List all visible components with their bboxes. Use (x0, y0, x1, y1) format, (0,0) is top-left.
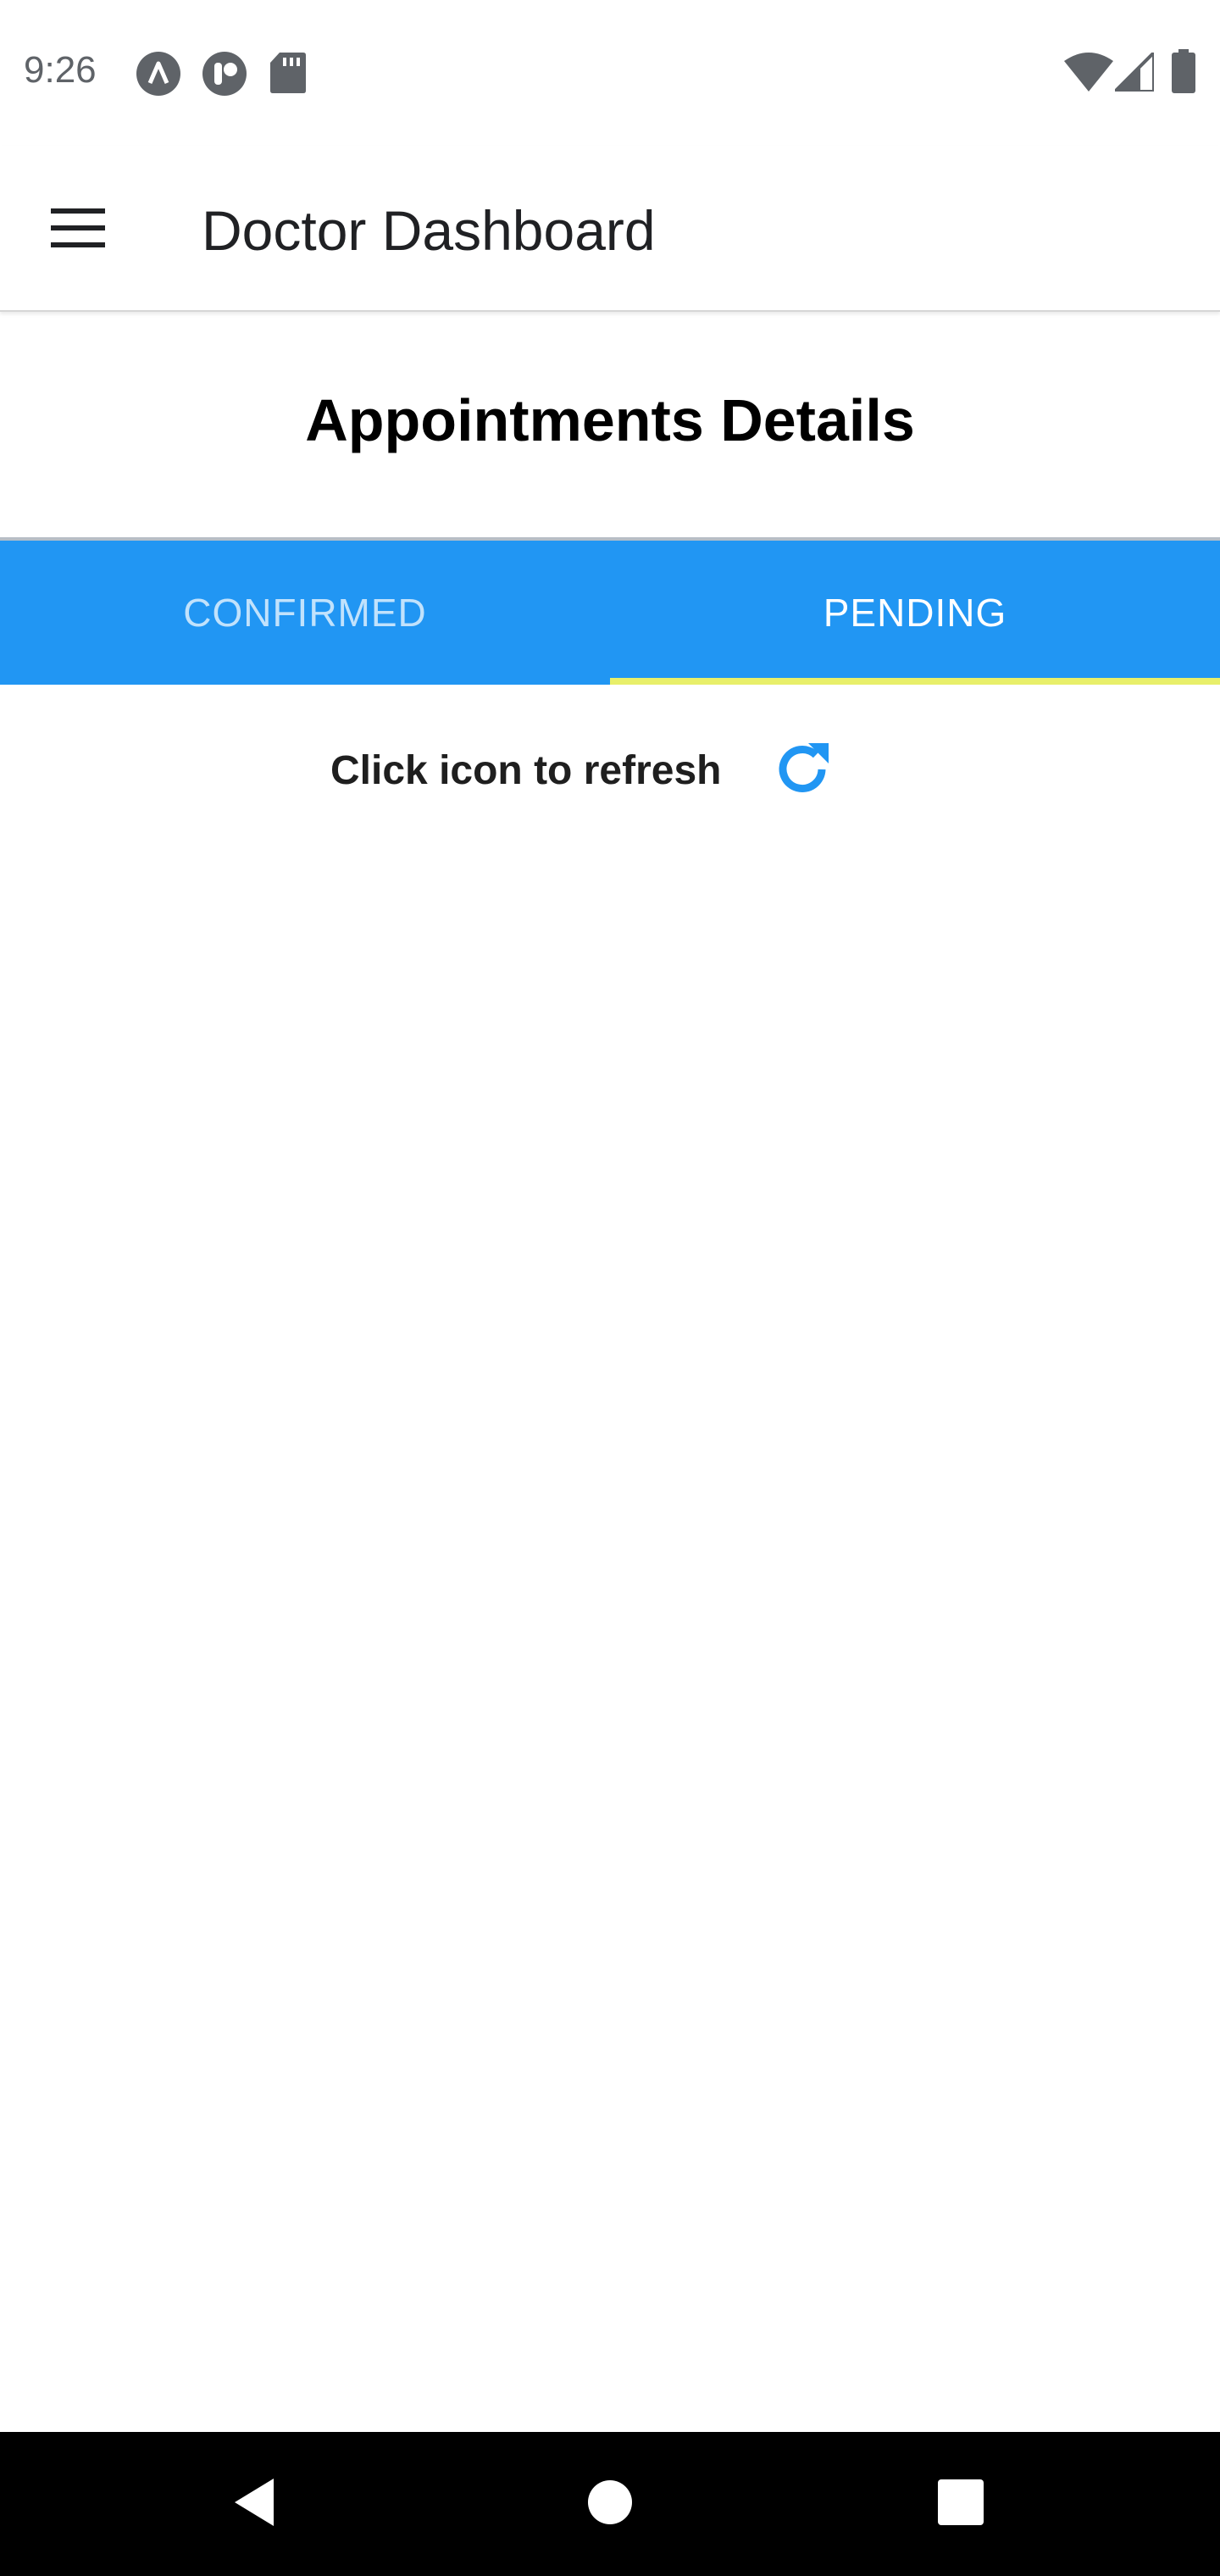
app-badge-icon (136, 51, 181, 97)
tab-label: PENDING (823, 591, 1007, 635)
refresh-hint-text: Click icon to refresh (330, 748, 722, 793)
cell-signal-icon (1111, 48, 1156, 96)
refresh-row: Click icon to refresh (0, 729, 1220, 813)
back-icon (231, 2477, 277, 2532)
tab-indicator (610, 678, 1220, 685)
status-time: 9:26 (24, 49, 97, 91)
app-bar: Doctor Dashboard (0, 146, 1220, 312)
home-button[interactable] (559, 2453, 661, 2555)
page-title: Appointments Details (305, 387, 915, 453)
recents-button[interactable] (910, 2453, 1012, 2555)
app-title: Doctor Dashboard (202, 199, 656, 262)
tab-pending[interactable]: PENDING (610, 541, 1220, 685)
refresh-button[interactable] (764, 733, 840, 809)
system-nav-bar (0, 2432, 1220, 2576)
app-badge-icon (202, 51, 247, 97)
tab-label: CONFIRMED (183, 591, 427, 635)
hamburger-menu-icon (51, 208, 105, 252)
recents-icon (938, 2479, 984, 2529)
battery-icon (1171, 49, 1196, 97)
tab-confirmed[interactable]: CONFIRMED (0, 541, 610, 685)
tab-bar: CONFIRMED PENDING (0, 541, 1220, 685)
status-bar: 9:26 (0, 0, 1220, 146)
refresh-icon (769, 736, 835, 807)
back-button[interactable] (203, 2453, 305, 2555)
sd-card-icon (269, 51, 315, 97)
screen: 9:26 Doctor Dashboard Appointments Detai… (0, 0, 1220, 2576)
home-icon (587, 2479, 633, 2529)
wifi-icon (1064, 53, 1113, 96)
menu-button[interactable] (25, 183, 130, 276)
